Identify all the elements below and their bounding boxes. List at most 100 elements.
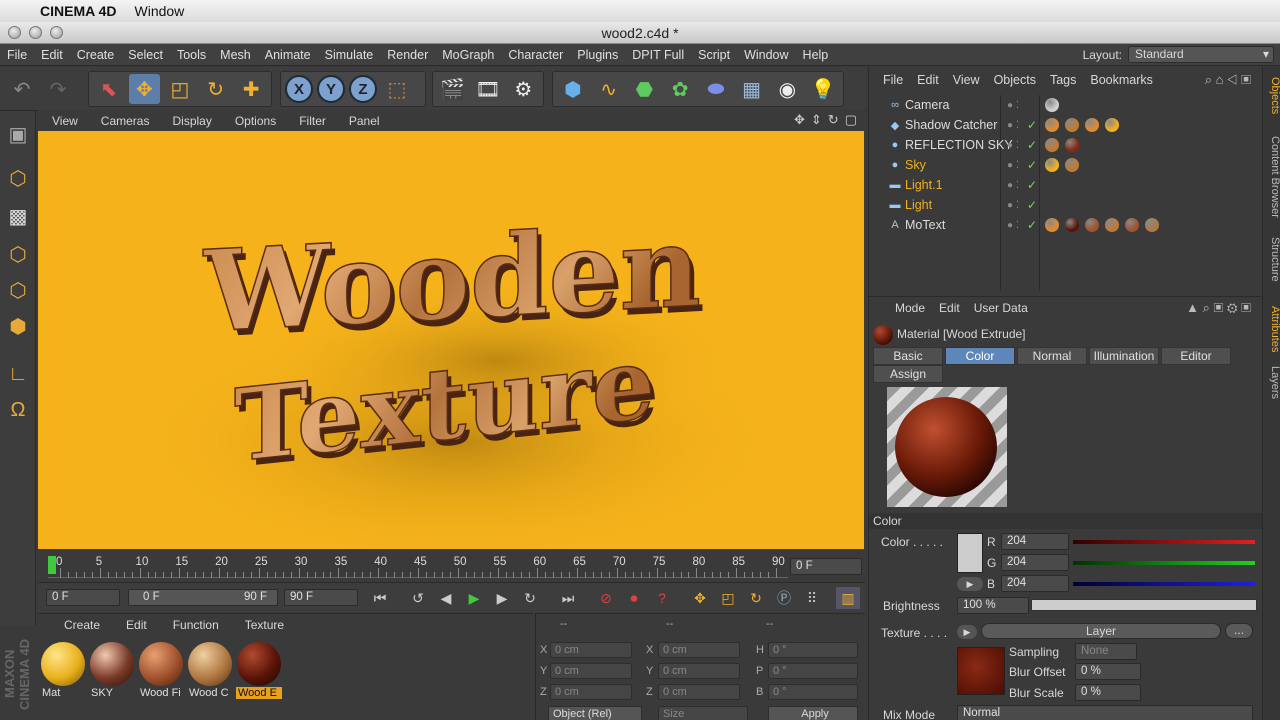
material-menu-edit[interactable]: Edit [126,618,147,632]
render-view-icon[interactable]: 🎬 [437,74,468,104]
expand-color-icon[interactable]: ▶ [957,577,983,591]
enabled-check-icon[interactable]: ✓ [1027,178,1037,192]
material-menu-create[interactable]: Create [64,618,100,632]
maximize-view-icon[interactable]: ▢ [845,112,857,128]
viewport-menu-options[interactable]: Options [235,114,285,128]
side-tab-layers[interactable]: Layers [1263,363,1280,403]
go-to-start-icon[interactable]: ⏮ [368,587,392,609]
key-position-icon[interactable]: ✥ [688,587,712,609]
deformer-icon[interactable]: ⬬ [700,74,732,104]
attr-menu-user-data[interactable]: User Data [974,301,1028,315]
object-row[interactable]: ● Sky ● ⁚ ✓ [869,155,1262,175]
menu-animate[interactable]: Animate [258,48,318,62]
tab-assign[interactable]: Assign [873,365,943,383]
menu-tools[interactable]: Tools [170,48,213,62]
color-swatch[interactable] [957,533,983,573]
material-menu-function[interactable]: Function [173,618,219,632]
blur-scale-field[interactable]: 0 % [1075,684,1141,701]
apply-button[interactable]: Apply [768,706,858,720]
material-swatch[interactable]: Mat [40,641,86,699]
menu-mograph[interactable]: MoGraph [435,48,501,62]
cube-icon[interactable]: ⬢ [557,74,589,104]
mix-mode-select[interactable]: Normal [957,705,1253,720]
menu-script[interactable]: Script [691,48,737,62]
x-axis-lock-icon[interactable]: X [285,75,313,103]
tag-icon[interactable] [1065,118,1079,132]
menu-dpit-full[interactable]: DPIT Full [625,48,691,62]
size-x-field[interactable]: 0 cm [658,642,740,658]
menu-help[interactable]: Help [796,48,836,62]
edges-mode-icon[interactable]: ⬡ [2,275,34,305]
render-picture-viewer-icon[interactable]: 🎞 [472,74,503,104]
tag-icon[interactable] [1145,218,1159,232]
key-rotation-icon[interactable]: ↻ [744,587,768,609]
menu-render[interactable]: Render [380,48,435,62]
tag-icon[interactable] [1105,218,1119,232]
object-row[interactable]: ▬ Light.1 ● ⁚ ✓ [869,175,1262,195]
menu-create[interactable]: Create [70,48,122,62]
visibility-dots-icon[interactable]: ● ⁚ [1007,100,1019,111]
visibility-dots-icon[interactable]: ● ⁚ [1007,220,1019,231]
tag-icon[interactable] [1065,158,1079,172]
floor-icon[interactable]: ▦ [736,74,768,104]
object-name[interactable]: Light [905,198,932,212]
viewport-menu-filter[interactable]: Filter [299,114,335,128]
tag-icon[interactable] [1065,138,1079,152]
viewport-menu-view[interactable]: View [52,114,87,128]
tag-icon[interactable] [1045,138,1059,152]
points-mode-icon[interactable]: ⬡ [2,239,34,269]
axis-mode-icon[interactable]: ∟ [2,359,34,389]
tag-icon[interactable] [1045,118,1059,132]
tag-icon[interactable] [1125,218,1139,232]
blur-offset-field[interactable]: 0 % [1075,663,1141,680]
key-scale-icon[interactable]: ◰ [716,587,740,609]
menu-simulate[interactable]: Simulate [318,48,381,62]
material-menu-texture[interactable]: Texture [245,618,284,632]
side-tab-attributes[interactable]: Attributes [1263,299,1280,359]
previous-frame-icon[interactable]: ◀ [434,587,458,609]
material-swatch-selected[interactable]: Wood E [236,641,282,699]
tab-editor[interactable]: Editor [1161,347,1231,365]
material-swatch[interactable]: SKY [89,641,135,699]
tag-icon[interactable] [1085,118,1099,132]
position-z-field[interactable]: 0 cm [550,684,632,700]
object-row[interactable]: ▬ Light ● ⁚ ✓ [869,195,1262,215]
light-icon[interactable]: 💡 [807,74,839,104]
live-select-icon[interactable]: ✚ [235,74,267,104]
redo-icon[interactable]: ↷ [42,74,74,104]
texture-layer-button[interactable]: Layer [981,623,1221,639]
tag-icon[interactable] [1045,98,1059,112]
side-tab-objects[interactable]: Objects [1263,71,1280,121]
object-row[interactable]: ● REFLECTION SKY ● ⁚ ✓ [869,135,1262,155]
tag-icon[interactable] [1085,218,1099,232]
enabled-check-icon[interactable]: ✓ [1027,138,1037,152]
color-g-field[interactable]: 204 [1001,554,1069,571]
timeline-playhead[interactable] [48,556,56,574]
enabled-check-icon[interactable]: ✓ [1027,118,1037,132]
polygons-mode-icon[interactable]: ⬢ [2,311,34,341]
next-key-icon[interactable]: ↻ [518,587,542,609]
objects-menu-bookmarks[interactable]: Bookmarks [1090,73,1153,87]
undo-icon[interactable]: ↶ [6,74,38,104]
autokey-icon[interactable]: ⏺ [622,587,646,609]
record-keys-icon[interactable]: ⊘ [594,587,618,609]
brightness-field[interactable]: 100 % [957,597,1029,614]
visibility-dots-icon[interactable]: ● ⁚ [1007,120,1019,131]
position-y-field[interactable]: 0 cm [550,663,632,679]
model-mode-icon[interactable]: ⬡ [2,163,34,193]
color-r-field[interactable]: 204 [1001,533,1069,550]
menu-edit[interactable]: Edit [34,48,70,62]
object-name[interactable]: REFLECTION SKY [905,138,1013,152]
object-row[interactable]: ◆ Shadow Catcher ● ⁚ ✓ [869,115,1262,135]
menu-window[interactable]: Window [737,48,795,62]
coord-mode-select[interactable]: Object (Rel) [548,706,642,720]
b-slider[interactable] [1073,582,1255,586]
size-z-field[interactable]: 0 cm [658,684,740,700]
object-row[interactable]: ∞ Camera ● ⁚ [869,95,1262,115]
rotate-tool-icon[interactable]: ↻ [200,74,232,104]
move-view-icon[interactable]: ✥ [794,112,805,128]
texture-thumbnail[interactable] [957,647,1005,695]
key-pla-icon[interactable]: ⠿ [800,587,824,609]
play-icon[interactable]: ▶ [462,587,486,609]
side-tab-content-browser[interactable]: Content Browser [1263,127,1280,227]
